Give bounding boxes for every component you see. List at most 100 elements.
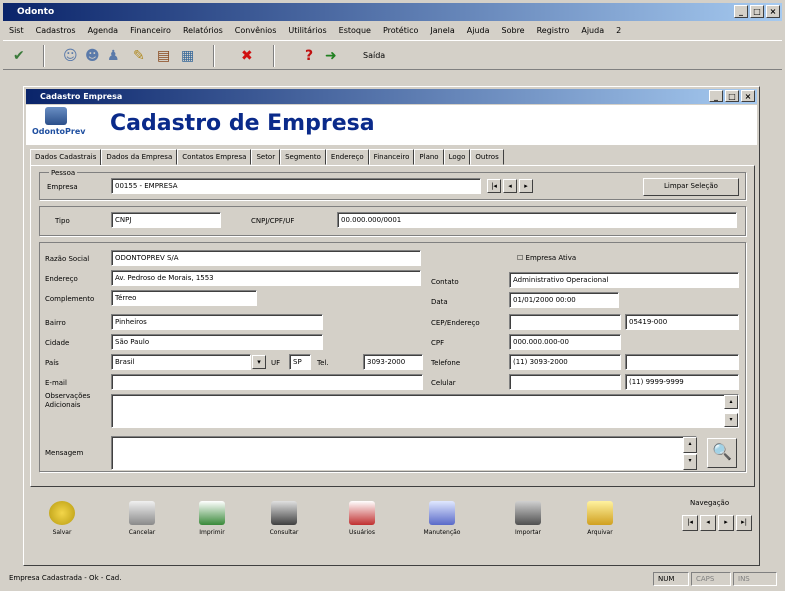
child-close-button[interactable]: × <box>741 90 755 102</box>
menu-item[interactable]: Ajuda <box>467 22 490 39</box>
menu-item[interactable]: Financeiro <box>130 22 171 39</box>
next-button[interactable]: ▸ <box>519 179 533 193</box>
menu-item[interactable]: Janela <box>430 22 454 39</box>
razao-field[interactable]: ODONTOPREV S/A <box>111 250 421 266</box>
pais-dropdown-arrow[interactable]: ▾ <box>252 355 266 369</box>
consultar-button[interactable]: Consultar <box>256 499 312 549</box>
cpf-field[interactable]: 000.000.000-00 <box>509 334 621 350</box>
page-title: Cadastro de Empresa <box>110 111 375 136</box>
obs-field[interactable] <box>111 394 739 428</box>
tab-endereco[interactable]: Endereço <box>325 149 369 165</box>
ativa-checkbox[interactable]: ☐ Empresa Ativa <box>517 252 576 264</box>
menu-item[interactable]: Estoque <box>339 22 371 39</box>
mensagem-scroll-up[interactable]: ▴ <box>683 437 697 453</box>
tipo-field[interactable]: CNPJ <box>111 212 221 228</box>
menu-item[interactable]: Agenda <box>88 22 119 39</box>
maximize-button[interactable]: □ <box>750 5 764 18</box>
endereco-field[interactable]: Av. Pedroso de Morais, 1553 <box>111 270 421 286</box>
cpf-label: CPF <box>431 339 445 347</box>
salvar-button[interactable]: Salvar <box>34 499 90 549</box>
tab-dados-cadastrais[interactable]: Dados Cadastrais <box>30 149 102 166</box>
celular-field[interactable] <box>509 374 621 390</box>
tel-field[interactable]: 3093-2000 <box>363 354 423 370</box>
tab-plano[interactable]: Plano <box>414 149 444 165</box>
calendar-icon <box>129 501 155 525</box>
tab-outros[interactable]: Outros <box>470 149 504 165</box>
cnpj-field[interactable]: 00.000.000/0001 <box>337 212 737 228</box>
window-title-bar: Odonto _ □ × <box>3 3 782 21</box>
calculator-icon[interactable]: ▦ <box>181 47 194 65</box>
help-icon[interactable]: ? <box>305 47 313 65</box>
menu-item[interactable]: Utilitários <box>288 22 326 39</box>
delete-icon[interactable]: ✖ <box>241 47 253 65</box>
mensagem-field[interactable] <box>111 436 697 470</box>
people-icon[interactable]: ☺ <box>63 47 78 65</box>
cidade-field[interactable]: São Paulo <box>111 334 323 350</box>
complemento-label: Complemento <box>45 295 95 303</box>
tab-financeiro[interactable]: Financeiro <box>368 149 415 165</box>
mensagem-scroll-down[interactable]: ▾ <box>683 454 697 470</box>
check-icon[interactable]: ✔ <box>13 47 25 65</box>
tab-strip: Dados Cadastrais Dados da Empresa Contat… <box>30 149 755 166</box>
nav-prev-button[interactable]: ◂ <box>700 515 716 531</box>
ativa-label: Empresa Ativa <box>525 254 577 262</box>
obs-scroll-down[interactable]: ▾ <box>724 413 738 427</box>
tools-icon[interactable]: ✎ <box>133 47 145 65</box>
window-title: Odonto <box>17 7 55 17</box>
empresa-field[interactable]: 00155 - EMPRESA <box>111 178 481 194</box>
menu-item[interactable]: Ajuda <box>581 22 604 39</box>
child-minimize-button[interactable]: _ <box>709 90 723 102</box>
child-maximize-button[interactable]: □ <box>725 90 739 102</box>
nav-first-button[interactable]: |◂ <box>682 515 698 531</box>
nav-next-button[interactable]: ▸ <box>718 515 734 531</box>
minimize-button[interactable]: _ <box>734 5 748 18</box>
contato-field[interactable]: Administrativo Operacional <box>509 272 739 288</box>
usuarios-button[interactable]: Usuários <box>334 499 390 549</box>
menu-item[interactable]: Registro <box>537 22 570 39</box>
manutencao-button[interactable]: Manutenção <box>414 499 470 549</box>
empresa-label: Empresa <box>47 183 78 191</box>
cep-field[interactable] <box>509 314 621 330</box>
menu-item[interactable]: Sist <box>9 22 24 39</box>
contato-label: Contato <box>431 278 459 286</box>
telefone-field-2[interactable] <box>625 354 739 370</box>
obs-scroll-up[interactable]: ▴ <box>724 395 738 409</box>
menu-item[interactable]: Cadastros <box>36 22 76 39</box>
menu-item[interactable]: Sobre <box>502 22 525 39</box>
pais-select[interactable]: Brasil <box>111 354 251 370</box>
search-button[interactable]: 🔍 <box>707 438 737 468</box>
prev-button[interactable]: ◂ <box>503 179 517 193</box>
menu-item[interactable]: Protético <box>383 22 418 39</box>
nav-last-button[interactable]: ▸| <box>736 515 752 531</box>
data-field[interactable]: 01/01/2000 00:00 <box>509 292 619 308</box>
email-field[interactable] <box>111 374 423 390</box>
tab-dados-empresa[interactable]: Dados da Empresa <box>101 149 178 165</box>
child-window: Cadastro Empresa _ □ × OdontoPrev Cadast… <box>23 86 760 566</box>
tab-logo[interactable]: Logo <box>443 149 471 165</box>
cep-field-2[interactable]: 05419-000 <box>625 314 739 330</box>
razao-label: Razão Social <box>45 255 90 263</box>
tab-setor[interactable]: Setor <box>251 149 281 165</box>
group-icon[interactable]: ☻ <box>85 47 100 65</box>
arquivar-button[interactable]: Arquivar <box>572 499 628 549</box>
main-window: Odonto _ □ × Sist Cadastros Agenda Finan… <box>0 0 785 591</box>
menu-item[interactable]: Convênios <box>235 22 277 39</box>
cancelar-button[interactable]: Cancelar <box>114 499 170 549</box>
celular-field-2[interactable]: (11) 9999-9999 <box>625 374 739 390</box>
tab-contatos[interactable]: Contatos Empresa <box>177 149 252 165</box>
uf-field[interactable]: SP <box>289 354 311 370</box>
tab-segmento[interactable]: Segmento <box>280 149 326 165</box>
importar-button[interactable]: Importar <box>500 499 556 549</box>
menu-item[interactable]: 2 <box>616 22 621 39</box>
clear-selection-button[interactable]: Limpar Seleção <box>643 178 739 196</box>
book-icon[interactable]: ▤ <box>157 47 170 65</box>
close-button[interactable]: × <box>766 5 780 18</box>
menu-item[interactable]: Relatórios <box>183 22 223 39</box>
first-button[interactable]: |◂ <box>487 179 501 193</box>
bairro-field[interactable]: Pinheiros <box>111 314 323 330</box>
user-icon[interactable]: ♟ <box>107 47 120 65</box>
complemento-field[interactable]: Térreo <box>111 290 257 306</box>
telefone-field[interactable]: (11) 3093-2000 <box>509 354 621 370</box>
exit-icon[interactable]: ➜ <box>325 47 337 65</box>
imprimir-button[interactable]: Imprimir <box>184 499 240 549</box>
